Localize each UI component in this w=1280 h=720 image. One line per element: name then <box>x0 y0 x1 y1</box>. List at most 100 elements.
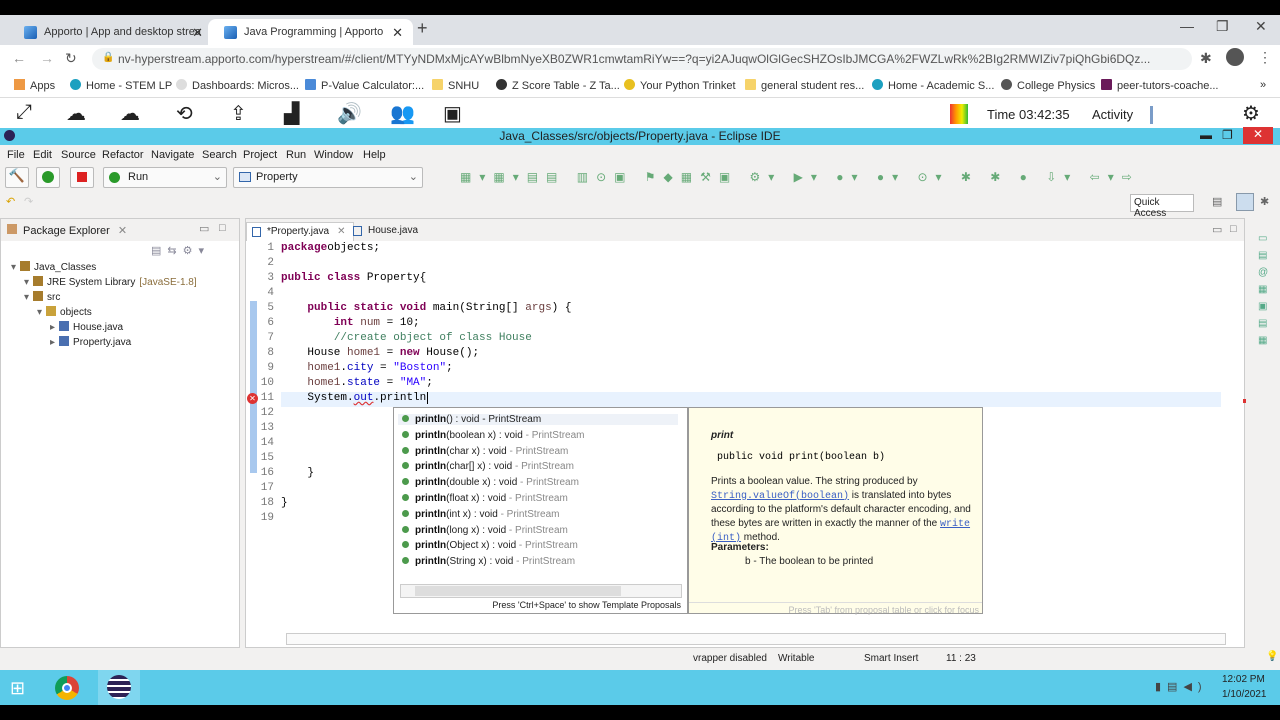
profile-icon[interactable] <box>1226 48 1244 66</box>
menu-icon[interactable]: ⋮ <box>1258 49 1272 66</box>
forward-button[interactable]: → <box>40 50 54 66</box>
view-toolbar-icons[interactable]: ▤⇆⚙▾ <box>151 244 210 257</box>
expand-toggle-icon[interactable]: ▾ <box>11 262 16 273</box>
eclipse-close-button[interactable]: ✕ <box>1243 127 1273 144</box>
package-explorer-tab[interactable]: Package Explorer ✕ ▭ □ <box>1 219 239 241</box>
maximize-button[interactable]: ❐ <box>1216 18 1229 35</box>
back-button[interactable]: ← <box>12 50 26 66</box>
run-mode-combo[interactable]: Run ⌄ <box>103 167 227 188</box>
forward-nav-icon[interactable]: ↷ <box>24 195 33 208</box>
debug-perspective-icon[interactable]: ✱ <box>1260 195 1269 208</box>
proposal-item[interactable]: println(float x) : void - PrintStream <box>402 493 568 504</box>
bookmark[interactable]: College Physics <box>1001 79 1095 92</box>
upload-cloud-icon[interactable]: ☁ <box>66 101 86 126</box>
bookmark[interactable]: Home - STEM LP <box>70 79 172 92</box>
launch-config-combo[interactable]: Property ⌄ <box>233 167 423 188</box>
menu-refactor[interactable]: Refactor <box>102 149 144 161</box>
signal-icon[interactable]: ▟ <box>284 101 299 126</box>
editor-horizontal-scrollbar[interactable] <box>286 633 1226 645</box>
chrome-icon[interactable] <box>55 676 79 700</box>
download-cloud-icon[interactable]: ☁ <box>120 101 140 126</box>
reload-button[interactable]: ↻ <box>65 50 77 67</box>
eclipse-taskbar-button[interactable] <box>98 670 140 705</box>
minimize-button[interactable]: — <box>1180 18 1194 34</box>
proposal-item[interactable]: println(String x) : void - PrintStream <box>402 556 575 567</box>
restore-icon[interactable]: ⟲ <box>176 101 193 126</box>
share-icon[interactable]: ⇪ <box>230 101 247 126</box>
lightbulb-icon[interactable]: 💡 <box>1266 651 1278 662</box>
system-tray-icons[interactable]: ▮▤◀) <box>1155 680 1208 693</box>
close-tab-icon[interactable]: ✕ <box>192 25 203 41</box>
proposal-horizontal-scrollbar[interactable] <box>400 584 682 598</box>
expand-toggle-icon[interactable]: ▸ <box>50 337 55 348</box>
bookmark[interactable]: general student res... <box>745 79 864 92</box>
proposal-item[interactable]: println(boolean x) : void - PrintStream <box>402 430 585 441</box>
browser-tab-active[interactable]: Java Programming | Apporto ✕ <box>208 19 413 45</box>
browser-tab[interactable]: Apporto | App and desktop strea ✕ <box>8 19 213 45</box>
close-window-button[interactable]: ✕ <box>1255 18 1267 35</box>
minimize-editor-icon[interactable]: ▭ <box>1212 223 1222 236</box>
bookmark[interactable]: P-Value Calculator:... <box>305 79 424 92</box>
fullscreen-icon[interactable]: ⤢ <box>16 101 32 124</box>
back-nav-icon[interactable]: ↶ <box>6 195 15 208</box>
proposal-item[interactable]: println(char[] x) : void - PrintStream <box>402 461 574 472</box>
editor-tab-property[interactable]: *Property.java ✕ <box>246 222 355 241</box>
tree-item[interactable]: ▾ JRE System Library [JavaSE-1.8] <box>24 276 197 288</box>
expand-toggle-icon[interactable]: ▾ <box>24 277 29 288</box>
proposal-item[interactable]: println(double x) : void - PrintStream <box>402 477 579 488</box>
proposal-item[interactable]: println(int x) : void - PrintStream <box>402 509 559 520</box>
expand-toggle-icon[interactable]: ▸ <box>50 322 55 333</box>
eclipse-restore-button[interactable]: ❐ <box>1222 128 1233 142</box>
error-overview-marker[interactable] <box>1243 399 1246 403</box>
tree-item[interactable]: ▸ House.java <box>50 321 123 333</box>
proposal-item[interactable]: println() : void - PrintStream <box>398 414 678 425</box>
tree-item[interactable]: ▸ Property.java <box>50 336 131 348</box>
tree-item[interactable]: ▾ Java_Classes <box>11 261 96 273</box>
menu-file[interactable]: File <box>7 149 25 161</box>
debug-button[interactable] <box>36 167 60 188</box>
bookmark[interactable]: Dashboards: Micros... <box>176 79 299 92</box>
close-tab-icon[interactable]: ✕ <box>392 25 403 41</box>
maximize-view-icon[interactable]: □ <box>219 222 226 234</box>
maximize-editor-icon[interactable]: □ <box>1230 223 1237 235</box>
bookmark[interactable]: Your Python Trinket <box>624 79 736 92</box>
proposal-item[interactable]: println(Object x) : void - PrintStream <box>402 540 578 551</box>
tree-item[interactable]: ▾ objects <box>37 306 92 318</box>
menu-window[interactable]: Window <box>314 149 353 161</box>
close-view-icon[interactable]: ✕ <box>118 225 127 237</box>
extensions-icon[interactable]: ✱ <box>1200 50 1212 67</box>
proposal-item[interactable]: println(char x) : void - PrintStream <box>402 446 568 457</box>
eclipse-minimize-button[interactable]: ▬ <box>1200 128 1212 142</box>
menu-project[interactable]: Project <box>243 149 277 161</box>
presenter-icon[interactable]: ▣ <box>443 101 462 126</box>
open-perspective-icon[interactable]: ▤ <box>1212 195 1222 208</box>
minimize-view-icon[interactable]: ▭ <box>199 222 209 235</box>
stop-button[interactable] <box>70 167 94 188</box>
trim-view-icons[interactable]: ▭ ▤ @ ▦ ▣ ▤ ▦ <box>1258 230 1270 349</box>
tree-item[interactable]: ▾ src <box>24 291 60 303</box>
java-perspective-icon[interactable] <box>1236 193 1254 211</box>
more-bookmarks-icon[interactable]: » <box>1260 79 1266 91</box>
menu-navigate[interactable]: Navigate <box>151 149 194 161</box>
bookmark[interactable]: Apps <box>14 79 55 92</box>
proposal-item[interactable]: println(long x) : void - PrintStream <box>402 525 568 536</box>
bookmark[interactable]: Z Score Table - Z Ta... <box>496 79 620 92</box>
build-hammer-icon[interactable]: 🔨 <box>5 167 29 188</box>
users-icon[interactable]: 👥 <box>390 101 415 126</box>
bookmark[interactable]: Home - Academic S... <box>872 79 994 92</box>
menu-help[interactable]: Help <box>363 149 386 161</box>
doc-link-valueof[interactable]: String.valueOf(boolean) <box>711 491 849 502</box>
url-input[interactable]: 🔒 nv-hyperstream.apporto.com/hyperstream/… <box>92 48 1192 70</box>
bookmark[interactable]: peer-tutors-coache... <box>1101 79 1219 92</box>
toolbar-icons[interactable]: ▦▾▦▾▤▤ ▥⊙▣ ⚑◆▦⚒▣ ⚙▾ ▶▾ ●▾ ●▾ ⊙▾ ✱ ✱ ● ⇩▾… <box>460 170 1140 184</box>
menu-search[interactable]: Search <box>202 149 237 161</box>
expand-toggle-icon[interactable]: ▾ <box>24 292 29 303</box>
quick-access-input[interactable]: Quick Access <box>1130 194 1194 219</box>
close-tab-icon[interactable]: ✕ <box>337 226 345 237</box>
menu-source[interactable]: Source <box>61 149 96 161</box>
editor-tab-house[interactable]: House.java <box>348 222 426 241</box>
scrollbar-thumb[interactable] <box>415 586 621 596</box>
windows-start-icon[interactable]: ⊞ <box>10 678 25 699</box>
settings-gear-icon[interactable]: ⚙ <box>1242 101 1260 126</box>
expand-toggle-icon[interactable]: ▾ <box>37 307 42 318</box>
